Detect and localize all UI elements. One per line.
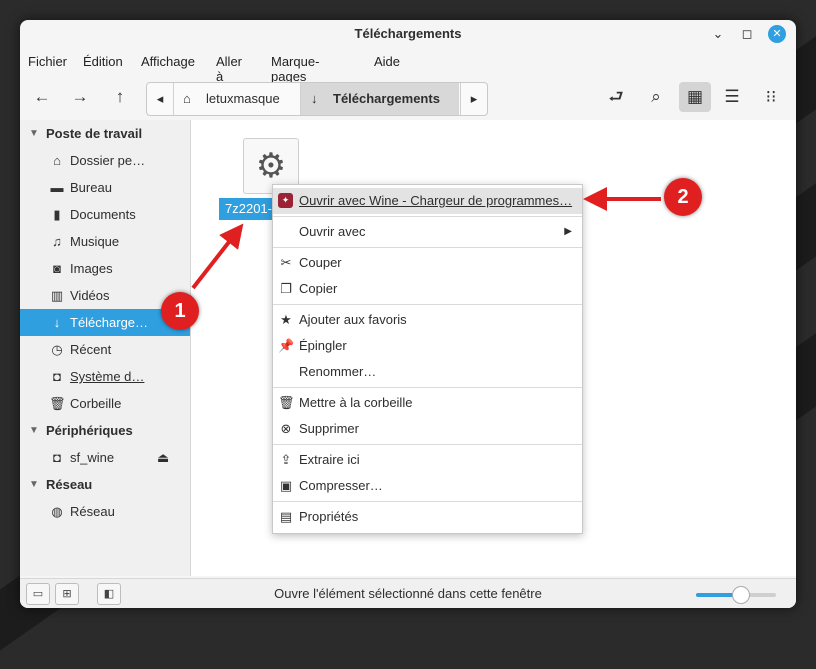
annotation-badge-1: 1: [161, 292, 199, 330]
annotation-arrows: [191, 187, 661, 290]
annotation-badge-2: 2: [664, 178, 702, 216]
arrow-1: [191, 223, 244, 290]
